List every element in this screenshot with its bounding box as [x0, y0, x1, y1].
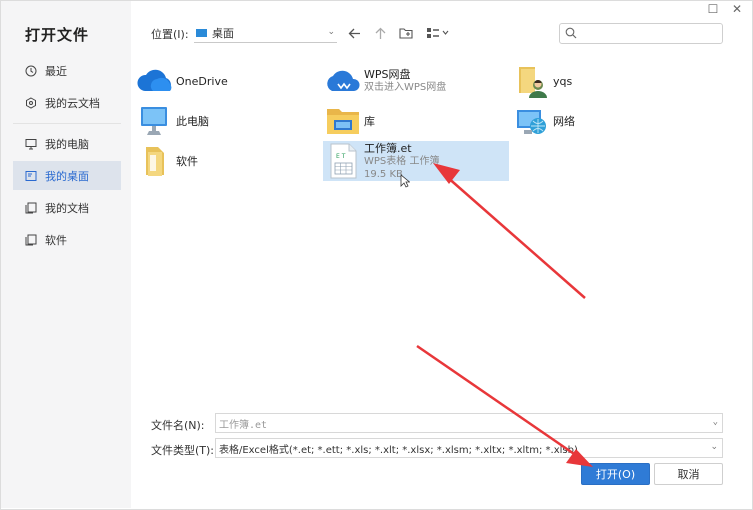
sidebar-item-label: 我的桌面 — [45, 169, 89, 183]
file-item-network[interactable]: 网络 — [512, 101, 632, 141]
arrow-left-icon — [348, 28, 360, 38]
svg-text:E T: E T — [336, 153, 346, 160]
maximize-icon[interactable]: ☐ — [706, 2, 720, 16]
file-name: 工作簿.et — [364, 141, 412, 155]
cancel-button[interactable]: 取消 — [654, 463, 723, 485]
sidebar-divider — [13, 123, 121, 124]
view-list-icon — [427, 28, 449, 38]
chevron-down-icon: ⌄ — [327, 27, 335, 37]
search-icon — [565, 27, 577, 42]
new-folder-icon — [399, 28, 413, 39]
clock-icon — [24, 64, 37, 77]
file-item-onedrive[interactable]: OneDrive — [135, 61, 305, 101]
mouse-cursor-icon — [400, 174, 410, 188]
filename-input[interactable]: 工作簿.et ⌄ — [215, 413, 723, 433]
dialog-title: 打开文件 — [25, 26, 90, 44]
network-icon — [512, 101, 552, 141]
sidebar-item-label: 我的云文档 — [45, 96, 100, 110]
location-value: 桌面 — [212, 26, 234, 40]
filetype-label: 文件类型(T): — [151, 444, 215, 457]
computer-icon — [24, 137, 37, 150]
file-item-this-pc[interactable]: 此电脑 — [135, 101, 305, 141]
filetype-select[interactable]: 表格/Excel格式(*.et; *.ett; *.xls; *.xlt; *.… — [215, 438, 723, 458]
open-button[interactable]: 打开(O) — [581, 463, 650, 485]
file-name: 网络 — [553, 114, 575, 128]
filetype-value: 表格/Excel格式(*.et; *.ett; *.xls; *.xlt; *.… — [219, 444, 578, 456]
file-subtitle: WPS表格 工作簿 — [364, 155, 440, 167]
file-subtitle: 双击进入WPS网盘 — [364, 82, 447, 93]
file-name: yqs — [553, 74, 573, 88]
sidebar-item-cloud-docs[interactable]: 我的云文档 — [13, 88, 121, 117]
filename-value: 工作簿.et — [219, 419, 268, 431]
et-file-icon: E T — [323, 141, 363, 181]
desktop-icon — [196, 28, 207, 37]
file-item-wps-cloud[interactable]: WPS网盘 双击进入WPS网盘 — [323, 61, 508, 101]
cloud-doc-icon — [24, 96, 37, 109]
chevron-down-icon[interactable]: ⌄ — [710, 442, 718, 452]
sidebar-item-label: 我的电脑 — [45, 137, 89, 151]
up-button[interactable] — [371, 24, 389, 42]
onedrive-icon — [135, 61, 175, 101]
view-menu-button[interactable] — [425, 24, 451, 42]
folder-icon — [135, 141, 175, 181]
user-folder-icon — [512, 61, 552, 101]
sidebar-item-label: 软件 — [45, 233, 67, 247]
wps-cloud-icon — [323, 61, 363, 101]
sidebar-item-software[interactable]: 软件 — [13, 225, 121, 254]
file-name: WPS网盘 — [364, 68, 411, 81]
sidebar-item-label: 我的文档 — [45, 201, 89, 215]
new-folder-button[interactable] — [397, 24, 415, 42]
desktop-icon — [24, 169, 37, 182]
file-item-software[interactable]: 软件 — [135, 141, 305, 181]
file-name: 此电脑 — [176, 114, 209, 128]
location-dropdown[interactable]: 桌面 ⌄ — [194, 23, 337, 43]
arrow-up-icon — [375, 27, 385, 39]
file-item-workbook[interactable]: E T 工作簿.et WPS表格 工作簿 19.5 KB — [323, 141, 509, 181]
chevron-down-icon[interactable]: ⌄ — [713, 417, 718, 427]
sidebar-item-my-computer[interactable]: 我的电脑 — [13, 129, 121, 158]
sidebar-item-my-documents[interactable]: 我的文档 — [13, 193, 121, 222]
sidebar-item-recent[interactable]: 最近 — [13, 56, 121, 85]
back-button[interactable] — [345, 24, 363, 42]
file-item-yqs[interactable]: yqs — [512, 61, 632, 101]
documents-icon — [24, 201, 37, 214]
file-name: 软件 — [176, 154, 198, 168]
file-item-library[interactable]: 库 — [323, 101, 508, 141]
folder-icon — [24, 233, 37, 246]
sidebar-item-my-desktop[interactable]: 我的桌面 — [13, 161, 121, 190]
file-name: 库 — [364, 114, 375, 128]
search-input[interactable] — [559, 23, 723, 44]
close-icon[interactable]: ✕ — [730, 2, 744, 16]
library-icon — [323, 101, 363, 141]
file-name: OneDrive — [176, 74, 228, 88]
computer-icon — [135, 101, 175, 141]
sidebar-item-label: 最近 — [45, 64, 67, 78]
location-label: 位置(I): — [151, 28, 189, 41]
filename-label: 文件名(N): — [151, 419, 205, 432]
